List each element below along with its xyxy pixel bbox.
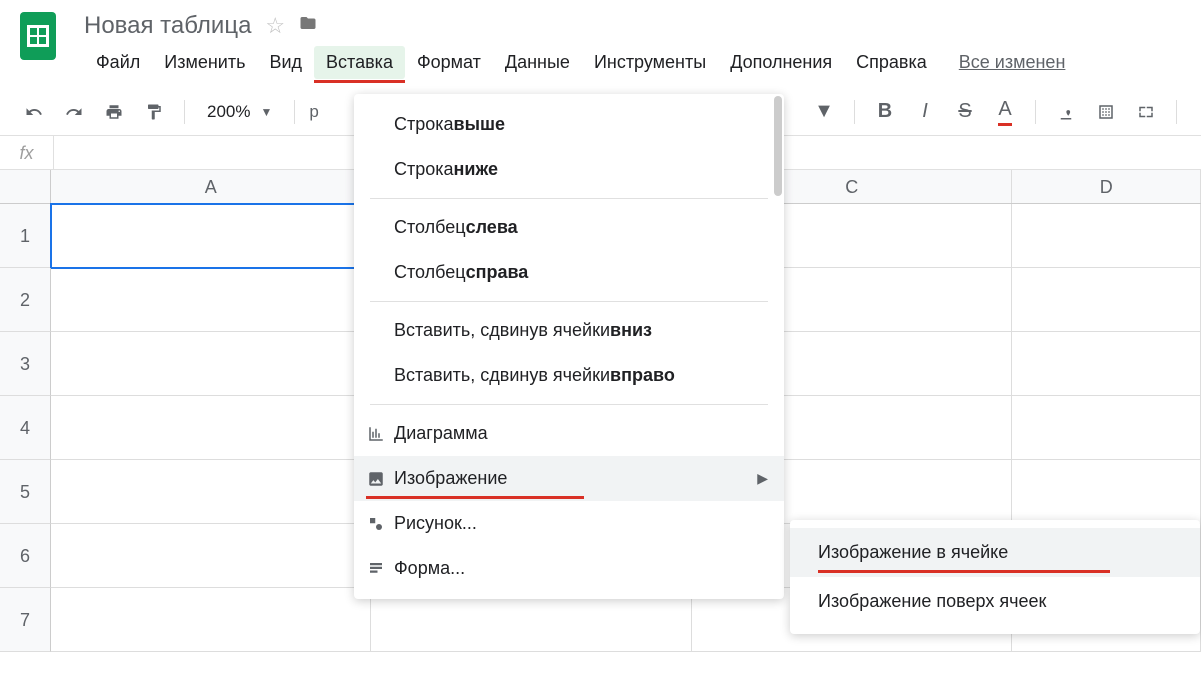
menu-addons[interactable]: Дополнения [718, 46, 844, 79]
menubar: Файл Изменить Вид Вставка Формат Данные … [84, 44, 1065, 80]
merge-cells-button[interactable] [1130, 96, 1162, 128]
menu-shift-down[interactable]: Вставить, сдвинув ячейки вниз [354, 308, 784, 353]
fill-color-button[interactable] [1050, 96, 1082, 128]
menu-form[interactable]: Форма... [354, 546, 784, 591]
print-button[interactable] [98, 96, 130, 128]
menu-column-right[interactable]: Столбец справа [354, 250, 784, 295]
cell[interactable] [1012, 332, 1201, 396]
chart-icon [366, 424, 386, 444]
image-submenu: Изображение в ячейке Изображение поверх … [790, 520, 1200, 634]
cell[interactable] [1012, 460, 1201, 524]
cell[interactable] [1012, 396, 1201, 460]
submenu-image-in-cell[interactable]: Изображение в ячейке [790, 528, 1200, 577]
submenu-arrow-icon: ▶ [757, 470, 768, 487]
paint-format-button[interactable] [138, 96, 170, 128]
menu-view[interactable]: Вид [257, 46, 314, 79]
fx-label: fx [0, 136, 54, 170]
document-title[interactable]: Новая таблица [84, 12, 251, 40]
menu-column-left[interactable]: Столбец слева [354, 205, 784, 250]
drawing-icon [366, 514, 386, 534]
cell[interactable] [51, 268, 372, 332]
menu-drawing[interactable]: Рисунок... [354, 501, 784, 546]
menu-format[interactable]: Формат [405, 46, 493, 79]
row-header[interactable]: 3 [0, 332, 51, 396]
text-color-button[interactable]: A [989, 96, 1021, 128]
dropdown-arrow-icon[interactable]: ▼ [808, 96, 840, 128]
menu-tools[interactable]: Инструменты [582, 46, 718, 79]
image-icon [366, 469, 386, 489]
currency-button[interactable]: р [309, 96, 318, 128]
app-header: Новая таблица ☆ Файл Изменить Вид Вставк… [0, 0, 1201, 80]
menu-insert[interactable]: Вставка [314, 46, 405, 79]
menu-image[interactable]: Изображение ▶ [354, 456, 784, 501]
row-header[interactable]: 7 [0, 588, 51, 652]
menu-shift-right[interactable]: Вставить, сдвинув ячейки вправо [354, 353, 784, 398]
menu-edit[interactable]: Изменить [152, 46, 257, 79]
sheets-logo[interactable] [20, 8, 64, 64]
redo-button[interactable] [58, 96, 90, 128]
row-header[interactable]: 5 [0, 460, 51, 524]
form-icon [366, 559, 386, 579]
column-header-a[interactable]: A [51, 170, 372, 203]
cell[interactable] [1012, 204, 1201, 268]
changes-link[interactable]: Все изменен [959, 52, 1066, 73]
strikethrough-button[interactable]: S [949, 96, 981, 128]
menu-file[interactable]: Файл [84, 46, 152, 79]
borders-button[interactable] [1090, 96, 1122, 128]
cell[interactable] [51, 396, 372, 460]
menu-data[interactable]: Данные [493, 46, 582, 79]
folder-icon[interactable] [299, 14, 317, 38]
bold-button[interactable]: B [869, 96, 901, 128]
undo-button[interactable] [18, 96, 50, 128]
zoom-selector[interactable]: 200%▼ [199, 102, 280, 122]
menu-row-above[interactable]: Строка выше [354, 102, 784, 147]
cell[interactable] [51, 588, 372, 652]
cell[interactable] [51, 524, 372, 588]
select-all-corner[interactable] [0, 170, 51, 203]
row-header[interactable]: 6 [0, 524, 51, 588]
italic-button[interactable]: I [909, 96, 941, 128]
cell[interactable] [1012, 268, 1201, 332]
cell[interactable] [51, 204, 372, 268]
cell[interactable] [51, 332, 372, 396]
row-header[interactable]: 2 [0, 268, 51, 332]
star-icon[interactable]: ☆ [265, 13, 285, 39]
row-header[interactable]: 1 [0, 204, 51, 268]
cell[interactable] [51, 460, 372, 524]
submenu-image-over-cells[interactable]: Изображение поверх ячеек [790, 577, 1200, 626]
insert-menu-dropdown: Строка выше Строка ниже Столбец слева Ст… [354, 94, 784, 599]
column-header-d[interactable]: D [1012, 170, 1201, 203]
menu-row-below[interactable]: Строка ниже [354, 147, 784, 192]
row-header[interactable]: 4 [0, 396, 51, 460]
menu-help[interactable]: Справка [844, 46, 939, 79]
menu-chart[interactable]: Диаграмма [354, 411, 784, 456]
